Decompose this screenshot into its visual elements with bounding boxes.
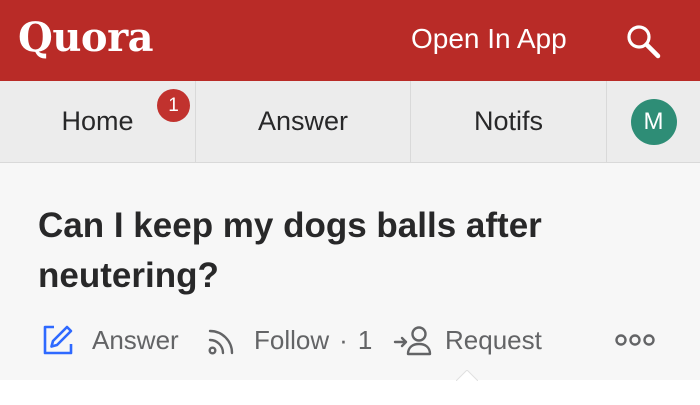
top-bar: Quora Open In App: [0, 0, 700, 81]
answer-label: Answer: [92, 324, 179, 355]
caret-up-icon: [456, 370, 478, 381]
pencil-icon: [43, 325, 73, 355]
follow-separator: ·: [339, 324, 348, 355]
tab-home-label: Home: [61, 106, 134, 136]
avatar: M: [630, 98, 677, 145]
request-icon: [393, 326, 432, 356]
question-title[interactable]: Can I keep my dogs balls after neutering…: [38, 201, 658, 301]
quora-logo[interactable]: Quora: [18, 14, 154, 62]
follow-label: Follow: [254, 324, 330, 355]
answer-button[interactable]: Answer: [40, 320, 179, 360]
request-button[interactable]: Request: [393, 320, 542, 360]
more-icon: [615, 334, 655, 346]
follow-icon: [208, 329, 234, 355]
tab-notifs[interactable]: Notifs: [411, 81, 606, 162]
question-card: Can I keep my dogs balls after neutering…: [0, 163, 700, 380]
tab-profile[interactable]: M: [607, 81, 700, 162]
more-button[interactable]: [614, 331, 656, 349]
follow-button[interactable]: Follow · 1: [206, 320, 372, 360]
request-label: Request: [445, 324, 542, 355]
tab-answer-label: Answer: [257, 106, 349, 136]
search-icon: [627, 25, 661, 59]
tab-answer[interactable]: Answer: [196, 81, 410, 162]
follow-count: 1: [357, 324, 373, 355]
tab-notifs-label: Notifs: [473, 106, 544, 136]
nav-bar: Home Answer Notifs M: [0, 81, 700, 163]
bottom-strip: [0, 380, 700, 405]
home-notification-badge: 1: [157, 89, 190, 122]
open-in-app-button[interactable]: Open In App: [411, 22, 567, 56]
search-button[interactable]: [624, 22, 664, 62]
